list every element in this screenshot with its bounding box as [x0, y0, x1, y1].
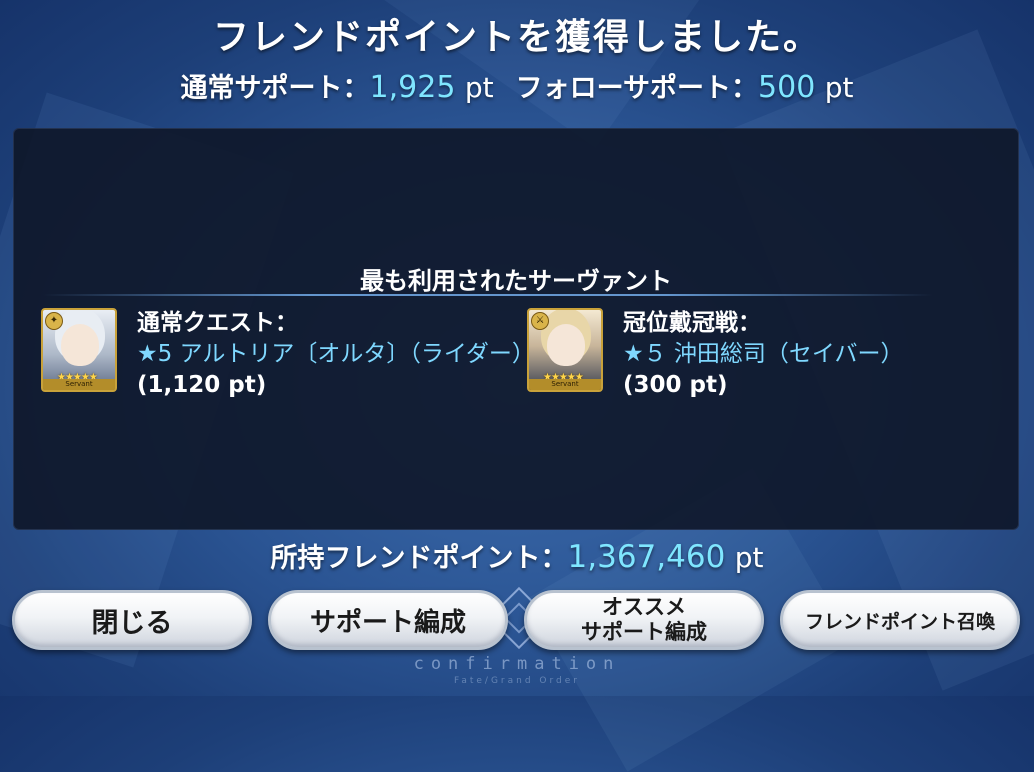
owned-points-value: 1,367,460	[567, 539, 726, 575]
follow-support-unit: pt	[824, 71, 854, 104]
servant-entry-grand-battle: ⚔ ★★★★★ Servant 冠位戴冠戦： ★５ 沖田総司（セイバー） (30…	[527, 308, 997, 398]
normal-support-label: 通常サポート：	[180, 73, 370, 104]
owned-friend-points-row: 所持フレンドポイント：1,367,460 pt	[0, 536, 1034, 575]
recommended-button-line1: オススメ	[602, 595, 686, 619]
support-formation-button[interactable]: サポート編成	[268, 590, 508, 650]
owned-points-unit: pt	[734, 541, 764, 574]
normal-support-unit: pt	[464, 71, 494, 104]
servant-tag: Servant	[43, 379, 115, 390]
servant-tag: Servant	[529, 379, 601, 390]
close-button[interactable]: 閉じる	[12, 590, 252, 650]
servant-name: ★５ 沖田総司（セイバー）	[623, 341, 904, 367]
dialog-title: フレンドポイントを獲得しました。	[212, 17, 821, 58]
servant-usage-panel: 最も利用されたサーヴァント ✦ ★★★★★ Servant 通常クエスト： ★5…	[13, 128, 1019, 530]
normal-support-value: 1,925	[369, 70, 456, 105]
servant-portrait-icon: ✦ ★★★★★ Servant	[41, 308, 117, 392]
most-used-heading: 最も利用されたサーヴァント	[360, 267, 672, 295]
follow-support-label: フォローサポート：	[515, 73, 759, 104]
follow-support-value: 500	[758, 70, 816, 105]
quest-type-label: 通常クエスト：	[137, 310, 298, 336]
quest-type-label: 冠位戴冠戦：	[623, 310, 761, 336]
confirmation-watermark: confirmation	[413, 654, 621, 674]
servant-points: (1,120 pt)	[137, 372, 267, 398]
heading-divider	[43, 294, 933, 296]
recommended-button-line2: サポート編成	[581, 620, 707, 644]
servant-portrait-icon: ⚔ ★★★★★ Servant	[527, 308, 603, 392]
game-logo-watermark: Fate/Grand Order	[453, 676, 580, 686]
saber-class-icon: ⚔	[531, 312, 549, 330]
support-points-row: 通常サポート：1,925 pt フォローサポート：500 pt	[0, 66, 1034, 105]
owned-points-label: 所持フレンドポイント：	[270, 543, 568, 574]
servant-entry-normal-quest: ✦ ★★★★★ Servant 通常クエスト： ★5 アルトリア〔オルタ〕（ライ…	[41, 308, 535, 398]
servant-points: (300 pt)	[623, 372, 728, 398]
recommended-support-formation-button[interactable]: オススメ サポート編成	[524, 590, 764, 650]
friend-point-summon-button[interactable]: フレンドポイント召喚	[780, 590, 1020, 650]
servant-name: ★5 アルトリア〔オルタ〕（ライダー）	[137, 341, 535, 367]
rider-class-icon: ✦	[45, 312, 63, 330]
